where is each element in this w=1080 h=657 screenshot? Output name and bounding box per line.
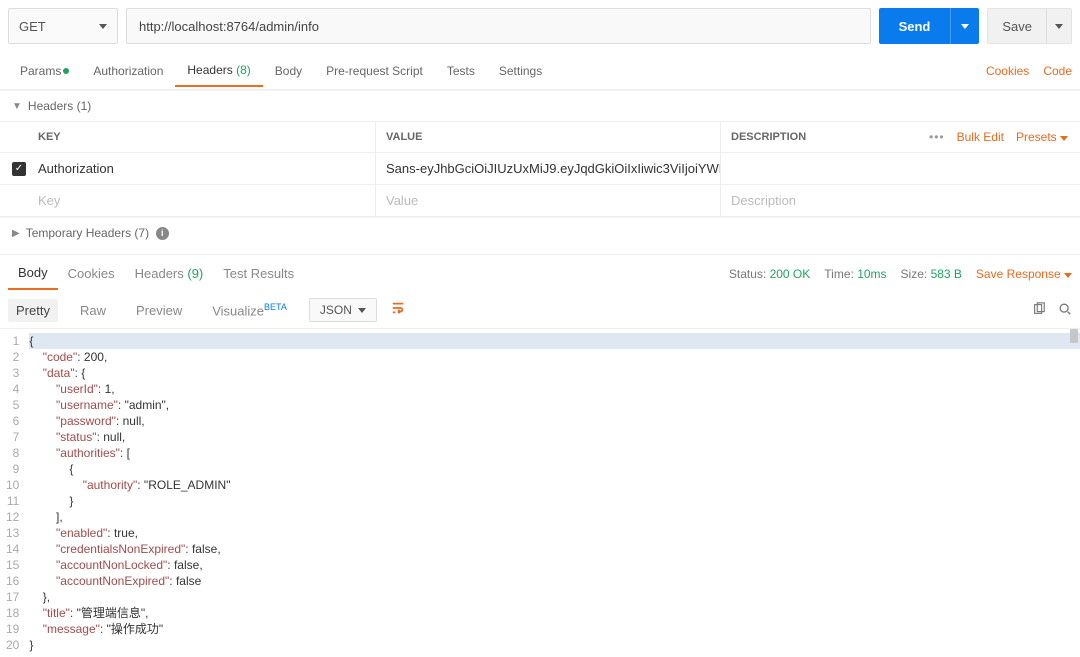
size-meta: Size: 583 B bbox=[901, 267, 962, 281]
headers-section-header[interactable]: ▼ Headers (1) bbox=[0, 90, 1080, 121]
desc-input[interactable]: Description bbox=[720, 185, 1080, 216]
col-value: VALUE bbox=[375, 122, 720, 152]
row-desc[interactable] bbox=[720, 153, 1080, 184]
save-dropdown[interactable] bbox=[1046, 9, 1071, 43]
view-raw[interactable]: Raw bbox=[72, 299, 114, 322]
response-tabs: Body Cookies Headers (9) Test Results St… bbox=[0, 254, 1080, 292]
chevron-down-icon bbox=[1055, 24, 1063, 29]
tab-resp-headers[interactable]: Headers (9) bbox=[125, 258, 214, 289]
row-checkbox[interactable]: ✓ bbox=[0, 162, 38, 176]
chevron-right-icon: ▶ bbox=[12, 228, 20, 239]
wrap-lines-icon[interactable] bbox=[391, 301, 405, 320]
tab-settings[interactable]: Settings bbox=[487, 56, 554, 86]
tab-tests[interactable]: Tests bbox=[435, 56, 487, 86]
check-icon: ✓ bbox=[12, 162, 26, 176]
request-tabs: Params Authorization Headers (8) Body Pr… bbox=[0, 52, 1080, 90]
tab-resp-tests[interactable]: Test Results bbox=[213, 258, 304, 289]
key-input[interactable]: Key bbox=[38, 193, 375, 208]
section-count: (1) bbox=[77, 99, 92, 113]
chevron-down-icon bbox=[961, 24, 969, 29]
chevron-down-icon bbox=[99, 24, 107, 29]
chevron-down-icon bbox=[1064, 273, 1072, 278]
code-content[interactable]: { "code": 200, "data": { "userId": 1, "u… bbox=[29, 333, 1080, 653]
temp-headers-header[interactable]: ▶ Temporary Headers (7) i bbox=[0, 217, 1080, 248]
table-row-new: Key Value Description bbox=[0, 185, 1080, 217]
section-count: (7) bbox=[134, 226, 149, 240]
chevron-down-icon: ▼ bbox=[12, 101, 22, 112]
time-meta: Time: 10ms bbox=[824, 267, 886, 281]
format-select[interactable]: JSON bbox=[309, 298, 377, 322]
row-key[interactable]: Authorization bbox=[38, 161, 375, 176]
send-button[interactable]: Send bbox=[879, 8, 980, 44]
section-title: Headers bbox=[28, 99, 73, 113]
response-body: 1234567891011121314151617181920 { "code"… bbox=[0, 329, 1080, 657]
tab-resp-body[interactable]: Body bbox=[8, 257, 58, 290]
tab-authorization[interactable]: Authorization bbox=[81, 56, 175, 86]
save-label: Save bbox=[988, 19, 1046, 34]
more-icon[interactable]: ••• bbox=[929, 130, 945, 144]
method-value: GET bbox=[19, 19, 46, 34]
cookies-link[interactable]: Cookies bbox=[986, 64, 1029, 78]
tab-body[interactable]: Body bbox=[263, 56, 314, 86]
section-title: Temporary Headers bbox=[26, 226, 131, 240]
col-desc: DESCRIPTION bbox=[720, 122, 917, 152]
status-meta: Status: 200 OK bbox=[729, 267, 810, 281]
view-visualize[interactable]: VisualizeBETA bbox=[204, 298, 295, 322]
send-label: Send bbox=[879, 19, 951, 34]
row-value[interactable]: Sans-eyJhbGciOiJIUzUxMiJ9.eyJqdGkiOiIxIi… bbox=[375, 153, 720, 184]
view-preview[interactable]: Preview bbox=[128, 299, 190, 322]
col-key: KEY bbox=[0, 131, 375, 143]
copy-icon[interactable] bbox=[1032, 302, 1046, 319]
change-dot-icon bbox=[63, 68, 69, 74]
line-gutter: 1234567891011121314151617181920 bbox=[0, 333, 29, 653]
response-view-bar: Pretty Raw Preview VisualizeBETA JSON bbox=[0, 292, 1080, 329]
tab-params[interactable]: Params bbox=[8, 56, 81, 86]
save-button[interactable]: Save bbox=[987, 8, 1072, 44]
url-input[interactable] bbox=[126, 8, 871, 44]
code-link[interactable]: Code bbox=[1043, 64, 1072, 78]
tab-prerequest[interactable]: Pre-request Script bbox=[314, 56, 435, 86]
chevron-down-icon bbox=[1060, 136, 1068, 141]
presets-link[interactable]: Presets bbox=[1016, 130, 1068, 144]
tab-headers[interactable]: Headers (8) bbox=[175, 55, 262, 87]
scrollbar-thumb[interactable] bbox=[1070, 329, 1078, 343]
table-row: ✓ Authorization Sans-eyJhbGciOiJIUzUxMiJ… bbox=[0, 153, 1080, 185]
view-pretty[interactable]: Pretty bbox=[8, 299, 58, 322]
info-icon[interactable]: i bbox=[156, 227, 169, 240]
search-icon[interactable] bbox=[1058, 302, 1072, 319]
tab-resp-cookies[interactable]: Cookies bbox=[58, 258, 125, 289]
method-select[interactable]: GET bbox=[8, 8, 118, 44]
chevron-down-icon bbox=[358, 308, 366, 313]
send-dropdown[interactable] bbox=[950, 8, 979, 44]
bulk-edit-link[interactable]: Bulk Edit bbox=[957, 130, 1004, 144]
value-input[interactable]: Value bbox=[375, 185, 720, 216]
save-response-link[interactable]: Save Response bbox=[976, 267, 1072, 281]
headers-table-head: KEY VALUE DESCRIPTION ••• Bulk Edit Pres… bbox=[0, 121, 1080, 153]
